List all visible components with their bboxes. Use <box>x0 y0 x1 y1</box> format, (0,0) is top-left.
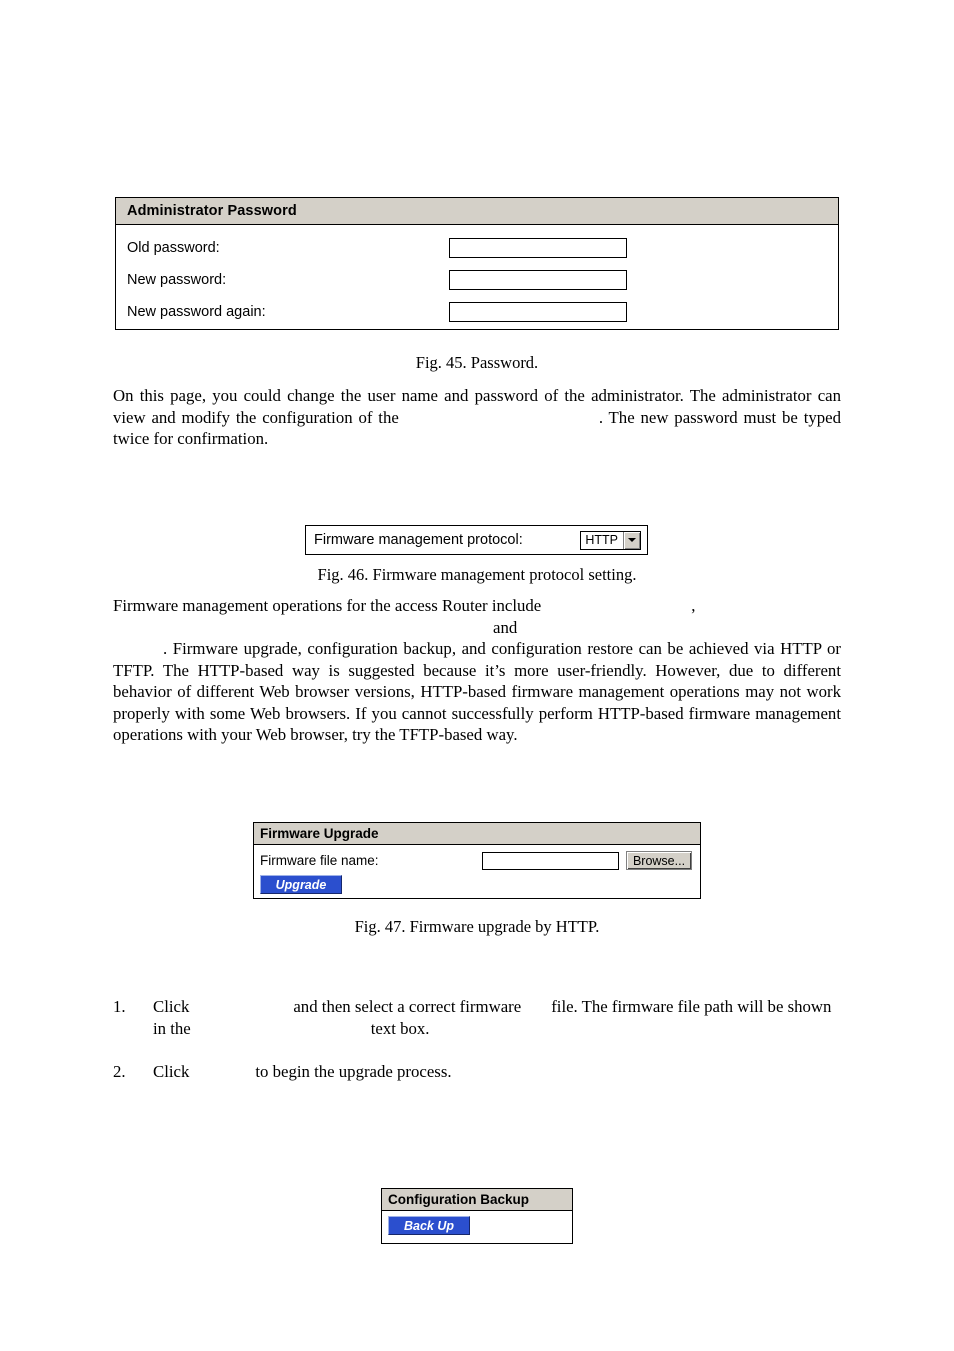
new-password-input[interactable] <box>449 270 627 290</box>
step1-t3: file. The firmware file path will be sho… <box>551 997 832 1016</box>
paragraph-password: On this page, you could change the user … <box>113 385 841 450</box>
panel-title: Configuration Backup <box>388 1192 529 1207</box>
step-number: 1. <box>113 997 126 1016</box>
panel-title: Firmware Upgrade <box>260 826 379 841</box>
old-password-label: Old password: <box>127 240 220 256</box>
figure-45-caption: Fig. 45. Password. <box>415 353 539 372</box>
upgrade-button[interactable]: Upgrade <box>260 875 342 894</box>
step2-t2: to begin the upgrade process. <box>255 1062 452 1081</box>
administrator-password-panel: Administrator Password Old password: New… <box>115 197 839 330</box>
firmware-protocol-value: HTTP <box>585 532 618 547</box>
firmware-file-label: Firmware file name: <box>260 853 379 868</box>
para2-line1a: Firmware management operations for the a… <box>113 596 542 615</box>
list-item: 1. Click and then select a correct firmwa… <box>113 996 841 1039</box>
configuration-backup-header: Configuration Backup <box>382 1189 572 1211</box>
paragraph-firmware: Firmware management operations for the a… <box>113 595 841 746</box>
step2-t1: Click <box>153 1062 190 1081</box>
para1-line1: On this page, you could change the user … <box>113 386 812 405</box>
upgrade-steps-list: 1. Click and then select a correct firmwa… <box>113 996 841 1101</box>
step-text: Click and then select a correct firmware f… <box>153 996 841 1039</box>
para2-line1b: , <box>691 596 696 615</box>
new-password-row: New password: <box>127 264 838 296</box>
configuration-backup-panel: Configuration Backup Back Up <box>381 1188 573 1244</box>
administrator-password-header: Administrator Password <box>116 198 838 225</box>
step-number: 2. <box>113 1062 126 1081</box>
list-item: 2. Click to begin the upgrade process. <box>113 1061 841 1083</box>
chevron-down-icon[interactable] <box>623 531 640 549</box>
browse-button[interactable]: Browse... <box>626 851 692 870</box>
figure-46-caption: Fig. 46. Firmware management protocol se… <box>317 565 637 584</box>
panel-title: Administrator Password <box>127 203 297 219</box>
para2-line3a: . Firmware upgrade, configuration backup… <box>163 639 775 658</box>
firmware-upgrade-panel: Firmware Upgrade Firmware file name: Bro… <box>253 822 701 899</box>
firmware-protocol-panel: Firmware management protocol: HTTP <box>305 525 648 555</box>
firmware-file-row: Firmware file name: Browse... <box>254 845 700 870</box>
firmware-protocol-label: Firmware management protocol: <box>314 532 523 548</box>
figure-47-caption: Fig. 47. Firmware upgrade by HTTP. <box>354 917 600 936</box>
firmware-protocol-select[interactable]: HTTP <box>580 530 641 550</box>
password-fields: Old password: New password: New password… <box>116 225 838 328</box>
para2-line2a: and <box>493 617 518 637</box>
step-text: Click to begin the upgrade process. <box>153 1061 841 1083</box>
new-password-again-label: New password again: <box>127 304 266 320</box>
para1-line3: for confirmation. <box>153 429 269 448</box>
firmware-file-input[interactable] <box>482 851 619 870</box>
firmware-upgrade-header: Firmware Upgrade <box>254 823 700 845</box>
new-password-label: New password: <box>127 272 227 288</box>
old-password-input[interactable] <box>449 238 627 258</box>
old-password-row: Old password: <box>127 232 838 264</box>
step1-t1: Click <box>153 997 190 1016</box>
step1-t2: and then select a correct firmware <box>293 997 522 1016</box>
step1-t4: in the <box>153 1018 191 1038</box>
new-password-again-row: New password again: <box>127 296 838 328</box>
document-page: Administrator Password Old password: New… <box>0 0 954 1351</box>
step1-t5: text box. <box>370 1018 430 1038</box>
back-up-button[interactable]: Back Up <box>388 1216 470 1235</box>
new-password-again-input[interactable] <box>449 302 627 322</box>
